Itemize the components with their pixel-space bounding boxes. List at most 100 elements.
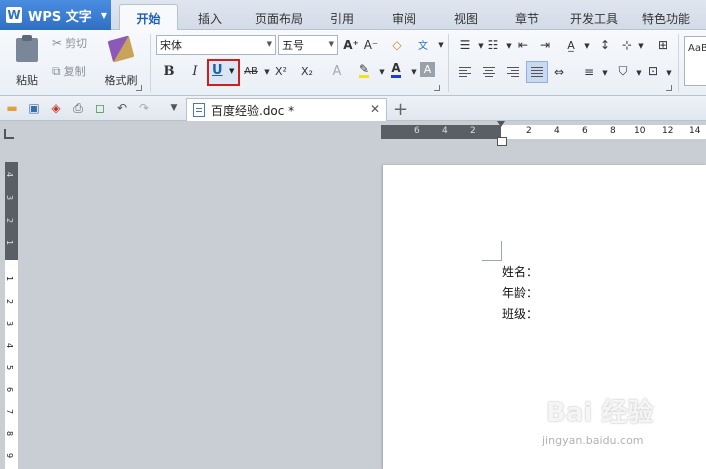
customize-toolbar-icon[interactable]: ▼: [166, 100, 182, 116]
phonetic-guide-button[interactable]: 文: [414, 35, 432, 53]
style-gallery[interactable]: AaB: [684, 36, 706, 86]
ruler-tick-label: 2: [5, 298, 15, 305]
ruler-tick-label: 4: [554, 126, 560, 136]
font-color-button[interactable]: A: [387, 61, 405, 79]
new-tab-plus-icon[interactable]: +: [393, 99, 408, 120]
print-preview-icon[interactable]: ◻: [92, 100, 108, 116]
document-line-class[interactable]: 班级：: [502, 305, 538, 322]
document-line-name[interactable]: 姓名：: [502, 263, 538, 280]
copy-button[interactable]: ⧉ 复制: [52, 62, 86, 80]
redo-icon[interactable]: ↷: [136, 100, 152, 116]
brush-icon: [107, 35, 135, 63]
close-icon[interactable]: ✕: [370, 102, 380, 116]
scissors-icon: ✂: [52, 36, 63, 50]
tab-page-layout[interactable]: 页面布局: [244, 6, 314, 30]
print-icon[interactable]: ⎙: [70, 100, 86, 116]
ruler-tick-label: 10: [634, 126, 646, 136]
distributed-align-icon[interactable]: ⇔: [550, 63, 568, 81]
document-icon: [193, 103, 205, 117]
chevron-down-icon[interactable]: ▼: [632, 37, 650, 55]
ruler-tick-label: 6: [414, 126, 420, 136]
ruler-tick-label: 6: [5, 386, 15, 393]
char-shading-icon[interactable]: A: [420, 62, 435, 77]
copy-label: 复制: [63, 65, 86, 78]
indent-marker-icon[interactable]: [497, 121, 507, 146]
font-name-select[interactable]: 宋体 ▼: [156, 35, 276, 55]
ruler-tick-label: 1: [5, 239, 15, 246]
tab-features[interactable]: 特色功能: [634, 6, 698, 30]
align-right-icon[interactable]: [504, 63, 522, 81]
ruler-tick-label: 2: [526, 126, 532, 136]
save-icon[interactable]: ▣: [26, 100, 42, 116]
tab-view[interactable]: 视图: [446, 6, 486, 30]
menu-bar: W WPS 文字 ▼ 开始 插入 页面布局 引用 审阅 视图 章节 开发工具 特…: [0, 0, 706, 31]
chevron-down-icon: ▼: [328, 40, 334, 48]
undo-icon[interactable]: ↶: [114, 100, 130, 116]
document-tab[interactable]: 百度经验.doc * ✕: [186, 98, 387, 121]
watermark-logo: Bai 经验: [546, 398, 654, 428]
chevron-down-icon[interactable]: ▼: [660, 64, 678, 82]
increase-indent-icon[interactable]: ⇥: [536, 36, 554, 54]
superscript-button[interactable]: X²: [272, 62, 290, 80]
format-painter-label: 格式刷: [104, 74, 138, 87]
tab-insert[interactable]: 插入: [186, 6, 234, 30]
cut-button[interactable]: ✂ 剪切: [52, 34, 87, 52]
watermark: Bai 经验 jingyan.baidu.com: [536, 386, 706, 456]
bold-button[interactable]: B: [160, 62, 178, 80]
copy-icon: ⧉: [52, 63, 61, 78]
align-center-icon[interactable]: [480, 63, 498, 81]
grow-font-button[interactable]: A⁺: [342, 36, 360, 54]
margin-corner-mark: [482, 241, 502, 261]
clipboard-icon: [16, 35, 38, 62]
horizontal-ruler[interactable]: 6 4 2 2 4 6 8 10 12 14: [381, 125, 706, 139]
ruler-tick-label: 7: [5, 408, 15, 415]
subscript-button[interactable]: X₂: [298, 62, 316, 80]
ruler-tick-label: 8: [5, 430, 15, 437]
ruler-tick-label: 2: [470, 126, 476, 136]
tab-developer[interactable]: 开发工具: [562, 6, 626, 30]
cut-label: 剪切: [65, 37, 88, 50]
table-grid-icon[interactable]: ⊞: [654, 36, 672, 54]
decrease-indent-icon[interactable]: ⇤: [514, 36, 532, 54]
document-line-age[interactable]: 年龄：: [502, 284, 538, 301]
ruler-tick-label: 8: [610, 126, 616, 136]
ruler-corner-tab-icon[interactable]: [4, 129, 14, 139]
clipboard-dialog-launcher[interactable]: [136, 85, 142, 91]
export-pdf-icon[interactable]: ◈: [48, 100, 64, 116]
clear-format-icon[interactable]: ◇: [388, 36, 406, 54]
open-folder-icon[interactable]: ▬: [4, 100, 20, 116]
justify-icon[interactable]: [526, 61, 548, 83]
ruler-tick-label: 3: [5, 194, 15, 201]
underline-button[interactable]: U ▼: [207, 59, 240, 86]
ruler-tick-label: 3: [5, 320, 15, 327]
app-name: WPS 文字: [28, 9, 92, 25]
chevron-down-icon[interactable]: ▼: [596, 64, 614, 82]
tab-home[interactable]: 开始: [119, 4, 178, 31]
font-size-select[interactable]: 五号 ▼: [278, 35, 338, 55]
chevron-down-icon: ▼: [100, 11, 107, 20]
highlight-icon[interactable]: ✎: [355, 61, 373, 79]
ruler-tick-label: 14: [689, 126, 701, 136]
ruler-tick-label: 5: [5, 364, 15, 371]
font-size-value: 五号: [282, 39, 304, 52]
divider: [678, 34, 679, 92]
align-left-icon[interactable]: [456, 63, 474, 81]
app-menu-button[interactable]: W WPS 文字 ▼: [0, 0, 111, 30]
font-dialog-launcher[interactable]: [434, 85, 440, 91]
chevron-down-icon[interactable]: ▼: [578, 37, 596, 55]
ruler-tick-label: 2: [5, 217, 15, 224]
italic-button[interactable]: I: [186, 62, 204, 80]
format-painter-button[interactable]: 格式刷: [100, 35, 142, 90]
shrink-font-button[interactable]: A⁻: [362, 36, 380, 54]
tab-review[interactable]: 审阅: [384, 6, 424, 30]
paste-label: 粘贴: [16, 74, 38, 87]
paragraph-dialog-launcher[interactable]: [666, 85, 672, 91]
tab-references[interactable]: 引用: [322, 6, 362, 30]
sort-icon[interactable]: ↕: [596, 36, 614, 54]
chevron-down-icon: ▼: [229, 67, 235, 75]
ruler-tick-label: 4: [5, 342, 15, 349]
tab-sections[interactable]: 章节: [507, 6, 547, 30]
vertical-ruler[interactable]: 4 3 2 1 1 2 3 4 5 6 7 8 9: [5, 162, 18, 469]
paste-button[interactable]: 粘贴: [8, 35, 46, 90]
text-effect-icon[interactable]: A: [328, 62, 346, 80]
